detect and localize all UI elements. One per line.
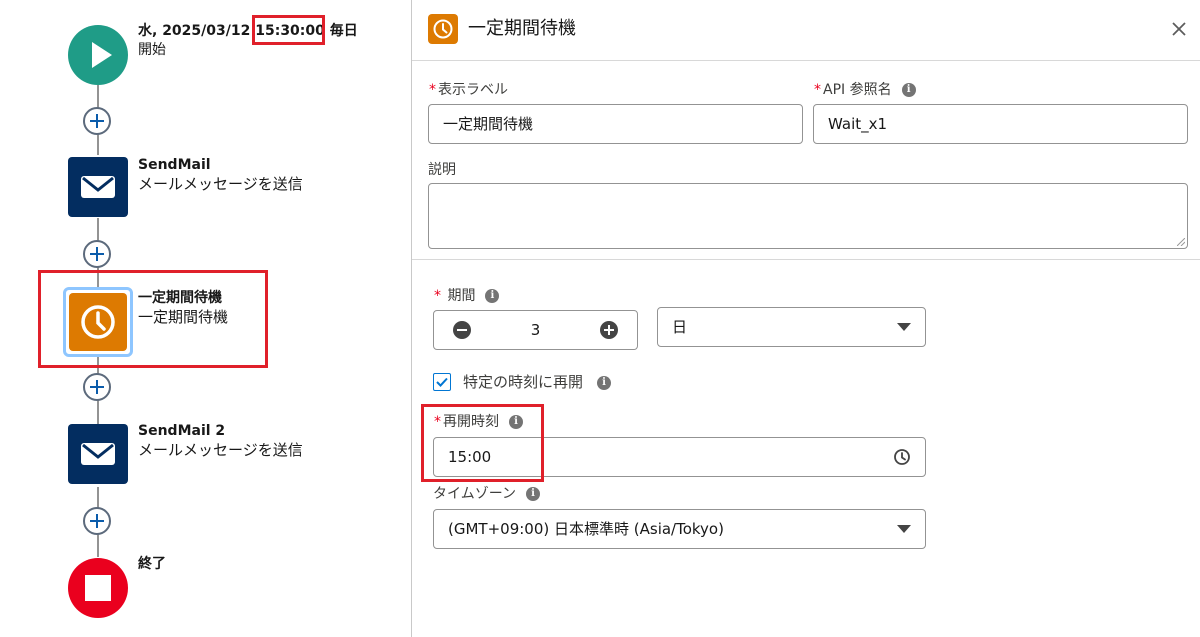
label-input-value: 一定期間待機 — [443, 115, 534, 133]
property-panel: 一定期間待機 * 表示ラベル 一定期間待機 * API 参照名 i Wait_x1 説… — [412, 0, 1200, 637]
specific-time-checkbox[interactable] — [433, 373, 451, 391]
stop-icon — [85, 575, 111, 601]
panel-header: 一定期間待機 — [412, 0, 1200, 61]
duration-unit-value: 日 — [672, 318, 688, 336]
clock-icon[interactable] — [893, 448, 911, 466]
sendmail2-node-icon[interactable] — [68, 424, 128, 484]
start-node-subtitle: 開始 — [138, 42, 166, 58]
end-node-title: 終了 — [138, 556, 166, 572]
close-icon — [1172, 22, 1186, 36]
api-name-label: * API 参照名 i — [814, 81, 916, 99]
wait-node-icon-fill — [69, 293, 127, 351]
section-divider — [412, 259, 1200, 260]
start-time-text: 15:30:00 — [255, 23, 325, 39]
label-input[interactable]: 一定期間待機 — [428, 104, 803, 144]
info-icon[interactable]: i — [901, 83, 916, 97]
resume-time-label: * 再開時刻 i — [434, 413, 523, 431]
description-label: 説明 — [428, 162, 456, 178]
sendmail2-node-title: SendMail 2 — [138, 423, 226, 439]
duration-label-text: 期間 — [447, 288, 476, 304]
info-icon[interactable]: i — [485, 289, 500, 303]
timezone-label-text: タイムゾーン — [433, 486, 517, 502]
duration-unit-select[interactable]: 日 — [657, 307, 926, 347]
resume-time-label-text: 再開時刻 — [443, 414, 499, 430]
clock-icon — [433, 19, 453, 39]
header-clock-icon — [428, 14, 458, 44]
description-textarea[interactable] — [428, 183, 1188, 249]
required-marker: * — [434, 288, 441, 304]
resize-grip-icon[interactable] — [1177, 238, 1185, 246]
sendmail2-node-subtitle: メールメッセージを送信 — [138, 441, 303, 459]
timezone-value: (GMT+09:00) 日本標準時 (Asia/Tokyo) — [448, 520, 724, 538]
chevron-down-icon — [897, 323, 911, 331]
resume-time-value: 15:00 — [448, 448, 492, 466]
play-icon — [92, 42, 112, 68]
end-node-icon[interactable] — [68, 558, 128, 618]
wait-node-title: 一定期間待機 — [138, 290, 222, 306]
start-node-icon[interactable] — [68, 25, 128, 85]
label-field-label: * 表示ラベル — [429, 81, 508, 99]
start-frequency-text: 毎日 — [324, 23, 358, 39]
envelope-icon — [81, 176, 115, 198]
add-element-button[interactable] — [83, 240, 111, 268]
clock-icon — [81, 305, 115, 339]
increment-button[interactable] — [600, 321, 618, 339]
required-marker: * — [434, 414, 441, 430]
timezone-select[interactable]: (GMT+09:00) 日本標準時 (Asia/Tokyo) — [433, 509, 926, 549]
wait-node-subtitle: 一定期間待機 — [138, 308, 229, 326]
envelope-icon — [81, 443, 115, 465]
sendmail-node-title: SendMail — [138, 157, 211, 173]
start-date-text: 水, 2025/03/12 — [138, 23, 256, 39]
specific-time-label: 特定の時刻に再開 i — [463, 373, 612, 391]
duration-stepper[interactable]: 3 — [433, 310, 638, 350]
checkmark-icon — [436, 377, 448, 387]
info-icon[interactable]: i — [597, 375, 612, 390]
wait-node-icon[interactable] — [63, 287, 133, 357]
close-button[interactable] — [1168, 18, 1190, 40]
add-element-button[interactable] — [83, 107, 111, 135]
add-element-button[interactable] — [83, 373, 111, 401]
panel-title: 一定期間待機 — [468, 18, 576, 39]
chevron-down-icon — [897, 525, 911, 533]
duration-label: * 期間 i — [434, 287, 500, 305]
sendmail-node-icon[interactable] — [68, 157, 128, 217]
info-icon[interactable]: i — [526, 487, 541, 501]
flow-canvas: 水, 2025/03/12 15:30:00 毎日 開始 SendMail メー… — [0, 0, 411, 637]
required-marker: * — [429, 82, 436, 98]
api-name-input-value: Wait_x1 — [828, 115, 888, 133]
required-marker: * — [814, 82, 821, 98]
duration-value: 3 — [530, 321, 541, 339]
decrement-button[interactable] — [453, 321, 471, 339]
add-element-button[interactable] — [83, 507, 111, 535]
timezone-label: タイムゾーン i — [433, 485, 541, 503]
specific-time-label-text: 特定の時刻に再開 — [463, 373, 584, 391]
label-field-label-text: 表示ラベル — [438, 82, 508, 98]
api-name-label-text: API 参照名 — [823, 82, 892, 98]
sendmail-node-subtitle: メールメッセージを送信 — [138, 175, 303, 193]
start-node-title: 水, 2025/03/12 15:30:00 毎日 — [138, 22, 358, 40]
info-icon[interactable]: i — [509, 415, 523, 429]
resume-time-input[interactable]: 15:00 — [433, 437, 926, 477]
api-name-input[interactable]: Wait_x1 — [813, 104, 1188, 144]
